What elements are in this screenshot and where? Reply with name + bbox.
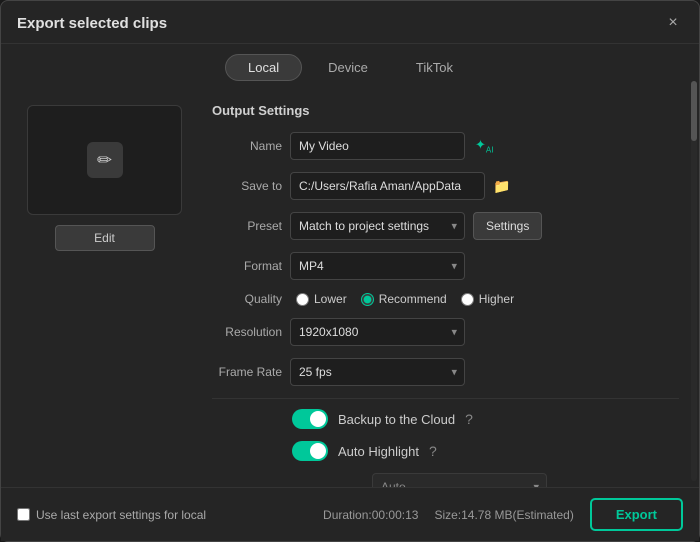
backup-label: Backup to the Cloud [338, 412, 455, 427]
footer: Use last export settings for local Durat… [1, 487, 699, 541]
auto-select-row: Auto [212, 473, 679, 487]
tab-local[interactable]: Local [225, 54, 302, 81]
backup-row: Backup to the Cloud ? [212, 409, 679, 429]
settings-button[interactable]: Settings [473, 212, 542, 240]
tab-tiktok[interactable]: TikTok [394, 54, 475, 81]
resolution-label: Resolution [212, 325, 282, 339]
autohighlight-row: Auto Highlight ? [212, 441, 679, 461]
autohighlight-label: Auto Highlight [338, 444, 419, 459]
footer-right: Duration:00:00:13 Size:14.78 MB(Estimate… [323, 498, 683, 531]
name-row: Name ✦AI [212, 132, 679, 160]
export-dialog: Export selected clips × Local Device Tik… [0, 0, 700, 542]
quality-recommend[interactable]: Recommend [361, 292, 447, 306]
auto-select[interactable]: Auto [372, 473, 547, 487]
edit-button[interactable]: Edit [55, 225, 155, 251]
format-row: Format MP4 [212, 252, 679, 280]
name-label: Name [212, 139, 282, 153]
format-label: Format [212, 259, 282, 273]
preset-select-wrapper: Match to project settings [290, 212, 465, 240]
quality-row: Quality Lower Recommend Higher [212, 292, 679, 306]
tabs-row: Local Device TikTok [1, 44, 699, 89]
saveto-label: Save to [212, 179, 282, 193]
preset-row: Preset Match to project settings Setting… [212, 212, 679, 240]
dialog-header: Export selected clips × [1, 1, 699, 44]
backup-toggle[interactable] [292, 409, 328, 429]
name-input[interactable] [290, 132, 465, 160]
tab-device[interactable]: Device [306, 54, 390, 81]
use-last-label: Use last export settings for local [36, 508, 206, 522]
resolution-select[interactable]: 1920x1080 [290, 318, 465, 346]
content-area: ✏ Edit Output Settings Name ✦AI Save to … [1, 89, 699, 487]
pencil-icon: ✏ [87, 142, 123, 178]
use-last-checkbox[interactable]: Use last export settings for local [17, 508, 206, 522]
quality-higher[interactable]: Higher [461, 292, 514, 306]
duration-info: Duration:00:00:13 [323, 508, 418, 522]
dialog-title: Export selected clips [17, 15, 167, 32]
preset-select[interactable]: Match to project settings [290, 212, 465, 240]
scrollbar-track[interactable] [691, 89, 697, 481]
backup-help-icon[interactable]: ? [465, 411, 473, 427]
size-info: Size:14.78 MB(Estimated) [434, 508, 573, 522]
autohighlight-toggle[interactable] [292, 441, 328, 461]
saveto-input[interactable] [290, 172, 485, 200]
framerate-select-wrapper: 25 fps [290, 358, 465, 386]
use-last-checkbox-input[interactable] [17, 508, 30, 521]
preview-thumbnail: ✏ [27, 105, 182, 215]
close-button[interactable]: × [663, 13, 683, 33]
preset-label: Preset [212, 219, 282, 233]
resolution-select-wrapper: 1920x1080 [290, 318, 465, 346]
quality-lower[interactable]: Lower [296, 292, 347, 306]
autohighlight-help-icon[interactable]: ? [429, 443, 437, 459]
export-button[interactable]: Export [590, 498, 683, 531]
right-panel: Output Settings Name ✦AI Save to 📁 Prese… [212, 89, 683, 487]
divider [212, 398, 679, 399]
resolution-row: Resolution 1920x1080 [212, 318, 679, 346]
framerate-label: Frame Rate [212, 365, 282, 379]
quality-label: Quality [212, 292, 282, 306]
output-settings-title: Output Settings [212, 103, 679, 118]
saveto-row: Save to 📁 [212, 172, 679, 200]
framerate-select[interactable]: 25 fps [290, 358, 465, 386]
left-panel: ✏ Edit [17, 89, 192, 487]
folder-icon[interactable]: 📁 [493, 178, 510, 195]
auto-select-wrapper: Auto [292, 473, 547, 487]
framerate-row: Frame Rate 25 fps [212, 358, 679, 386]
format-select[interactable]: MP4 [290, 252, 465, 280]
scrollbar-thumb[interactable] [691, 89, 697, 141]
format-select-wrapper: MP4 [290, 252, 465, 280]
ai-icon[interactable]: ✦AI [475, 137, 493, 155]
